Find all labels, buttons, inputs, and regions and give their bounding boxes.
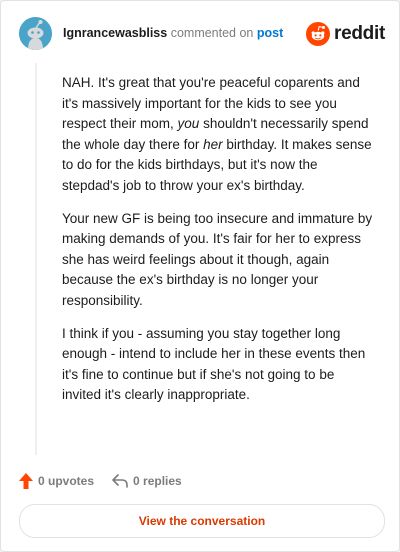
post-link[interactable]: post xyxy=(257,26,283,40)
comment-paragraph: I think if you - assuming you stay toget… xyxy=(62,325,366,403)
reply-button[interactable]: 0 replies xyxy=(112,474,182,488)
view-conversation-button[interactable]: View the conversation xyxy=(19,504,385,538)
avatar[interactable] xyxy=(19,17,52,50)
comment-paragraph: NAH. It's great that you're peaceful cop… xyxy=(62,73,374,197)
reddit-alien-icon xyxy=(306,22,331,46)
comment-paragraph: Your new GF is being too insecure and im… xyxy=(62,210,373,308)
comment-card: Ignrancewasbliss commented on post reddi… xyxy=(0,0,400,552)
comment-actions: 0 upvotes 0 replies xyxy=(19,471,182,491)
comment-meta: Ignrancewasbliss commented on post xyxy=(63,26,283,40)
emphasis-text: you xyxy=(177,116,200,132)
reddit-logo[interactable]: reddit xyxy=(306,21,385,47)
comment-header: Ignrancewasbliss commented on post reddi… xyxy=(19,17,385,51)
reply-arrow-icon xyxy=(112,474,128,488)
thread-line xyxy=(35,63,37,455)
comment-body: NAH. It's great that you're peaceful cop… xyxy=(62,73,374,418)
reply-count: 0 replies xyxy=(133,474,182,488)
upvote-count: 0 upvotes xyxy=(38,474,95,488)
upvote-button[interactable]: 0 upvotes xyxy=(19,473,94,489)
reddit-wordmark: reddit xyxy=(334,23,385,44)
upvote-arrow-icon xyxy=(19,473,33,489)
emphasis-text: her xyxy=(203,136,223,152)
snoo-avatar-icon xyxy=(19,17,52,50)
meta-action: commented on xyxy=(170,26,254,40)
username[interactable]: Ignrancewasbliss xyxy=(63,26,167,40)
